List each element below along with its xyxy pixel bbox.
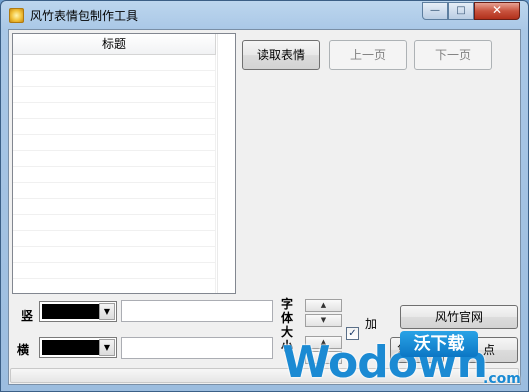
bold-checkbox[interactable]: ✓ bbox=[346, 327, 359, 340]
font-size-down-button[interactable]: ▼ bbox=[305, 314, 342, 327]
list-rows bbox=[13, 55, 216, 293]
list-item[interactable] bbox=[13, 279, 216, 293]
point-button[interactable]: 点 bbox=[461, 337, 518, 363]
font-size-label: 字 体 大 小 bbox=[280, 297, 294, 353]
copy-button[interactable]: 复 bbox=[390, 337, 444, 363]
emoji-list[interactable]: 标题 bbox=[12, 33, 236, 294]
list-column-header-title[interactable]: 标题 bbox=[13, 34, 216, 55]
vertical-label: 竖 bbox=[21, 309, 34, 323]
list-item[interactable] bbox=[13, 263, 216, 279]
list-item[interactable] bbox=[13, 135, 216, 151]
status-bar bbox=[10, 368, 519, 383]
next-page-button[interactable]: 下一页 bbox=[414, 40, 492, 70]
window-title: 风竹表情包制作工具 bbox=[30, 9, 139, 23]
font-size-label-char: 体 bbox=[280, 311, 293, 325]
minimize-button[interactable]: — bbox=[422, 2, 448, 20]
list-item[interactable] bbox=[13, 87, 216, 103]
close-button[interactable]: ✕ bbox=[474, 2, 520, 20]
font-size-label-char: 小 bbox=[280, 339, 293, 353]
font-size-up-button-2[interactable]: ▲ bbox=[305, 336, 342, 349]
font-size-label-char: 字 bbox=[280, 297, 293, 311]
font-size-up-button[interactable]: ▲ bbox=[305, 299, 342, 312]
main-window: 风竹表情包制作工具 — □ ✕ 标题 读取表情 上一页 下一页 竖 ▼ 横 ▼ … bbox=[0, 0, 529, 392]
font-size-label-char: 大 bbox=[280, 325, 293, 339]
list-item[interactable] bbox=[13, 55, 216, 71]
list-item[interactable] bbox=[13, 167, 216, 183]
list-item[interactable] bbox=[13, 103, 216, 119]
vertical-text-input[interactable] bbox=[121, 300, 273, 322]
horizontal-text-input[interactable] bbox=[121, 337, 273, 359]
list-scrollbar[interactable] bbox=[217, 34, 235, 293]
list-item[interactable] bbox=[13, 231, 216, 247]
chevron-down-icon[interactable]: ▼ bbox=[99, 339, 115, 356]
list-item[interactable] bbox=[13, 247, 216, 263]
vertical-color-select[interactable]: ▼ bbox=[39, 301, 117, 322]
bold-label: 加 bbox=[365, 317, 378, 331]
list-item[interactable] bbox=[13, 151, 216, 167]
list-item[interactable] bbox=[13, 71, 216, 87]
horizontal-label: 横 bbox=[17, 343, 30, 357]
horizontal-color-swatch bbox=[42, 340, 99, 355]
client-area: 标题 读取表情 上一页 下一页 竖 ▼ 横 ▼ 字 体 大 小 ▲ ▼ ▲ ▼ … bbox=[8, 29, 521, 385]
official-site-button[interactable]: 风竹官网 bbox=[400, 305, 518, 329]
prev-page-button[interactable]: 上一页 bbox=[329, 40, 407, 70]
maximize-button[interactable]: □ bbox=[448, 2, 474, 20]
list-item[interactable] bbox=[13, 183, 216, 199]
list-item[interactable] bbox=[13, 215, 216, 231]
list-item[interactable] bbox=[13, 119, 216, 135]
app-icon bbox=[9, 8, 24, 23]
list-item[interactable] bbox=[13, 199, 216, 215]
title-bar[interactable]: 风竹表情包制作工具 — □ ✕ bbox=[1, 1, 528, 29]
font-size-down-button-2[interactable]: ▼ bbox=[305, 351, 342, 364]
horizontal-color-select[interactable]: ▼ bbox=[39, 337, 117, 358]
chevron-down-icon[interactable]: ▼ bbox=[99, 303, 115, 320]
vertical-color-swatch bbox=[42, 304, 99, 319]
read-emoji-button[interactable]: 读取表情 bbox=[242, 40, 320, 70]
